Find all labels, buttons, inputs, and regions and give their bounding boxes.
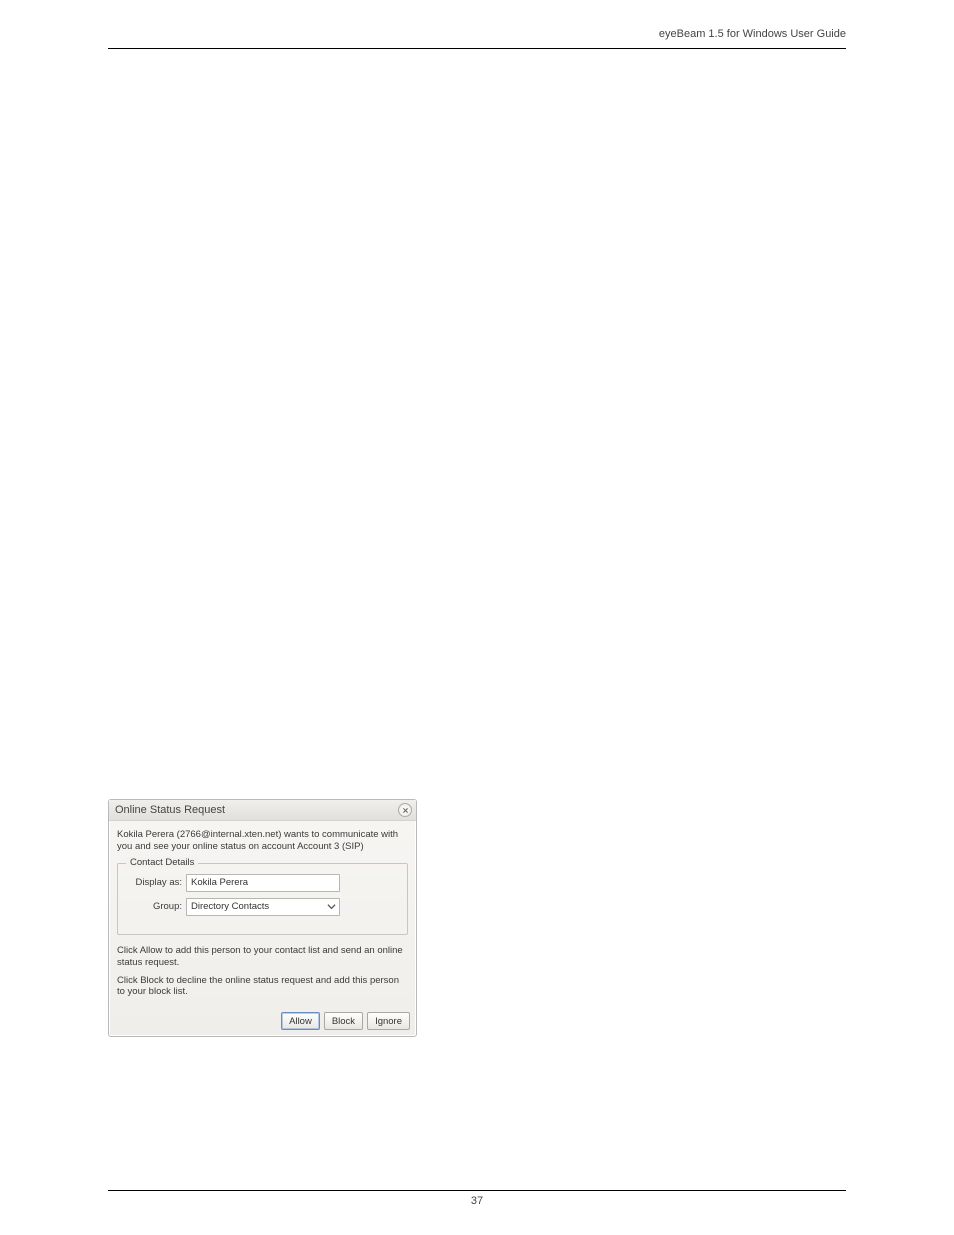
- doc-title: eyeBeam 1.5 for Windows User Guide: [108, 28, 846, 40]
- dialog-body: Kokila Perera (2766@internal.xten.net) w…: [109, 821, 416, 1008]
- chevron-down-icon: [327, 902, 336, 911]
- allow-button[interactable]: Allow: [281, 1012, 320, 1030]
- page-number: 37: [108, 1195, 846, 1207]
- page-body: Online Status Request Kokila Perera (276…: [108, 59, 846, 1037]
- group-select[interactable]: Directory Contacts: [186, 898, 340, 916]
- dialog-buttons: Allow Block Ignore: [109, 1008, 416, 1036]
- display-as-row: Display as:: [126, 874, 399, 892]
- block-button[interactable]: Block: [324, 1012, 363, 1030]
- footer-rule: [108, 1190, 846, 1191]
- close-icon: [402, 807, 409, 814]
- display-as-input[interactable]: [186, 874, 340, 892]
- dialog-title: Online Status Request: [115, 804, 225, 816]
- display-as-label: Display as:: [126, 877, 182, 888]
- document-page: eyeBeam 1.5 for Windows User Guide Onlin…: [0, 0, 954, 1235]
- group-label: Group:: [126, 901, 182, 912]
- dialog-titlebar: Online Status Request: [109, 800, 416, 821]
- contact-details-fieldset: Contact Details Display as: Group: Direc…: [117, 863, 408, 935]
- fieldset-legend: Contact Details: [126, 857, 198, 868]
- header-rule: [108, 48, 846, 49]
- online-status-request-dialog: Online Status Request Kokila Perera (276…: [108, 799, 417, 1037]
- close-button[interactable]: [398, 803, 412, 817]
- request-text: Kokila Perera (2766@internal.xten.net) w…: [117, 829, 408, 853]
- page-header: eyeBeam 1.5 for Windows User Guide: [108, 28, 846, 49]
- ignore-button[interactable]: Ignore: [367, 1012, 410, 1030]
- page-footer: 37: [108, 1190, 846, 1207]
- instruction-block: Click Block to decline the online status…: [117, 975, 408, 999]
- instruction-allow: Click Allow to add this person to your c…: [117, 945, 408, 969]
- group-selected-value: Directory Contacts: [191, 901, 269, 912]
- group-row: Group: Directory Contacts: [126, 898, 399, 916]
